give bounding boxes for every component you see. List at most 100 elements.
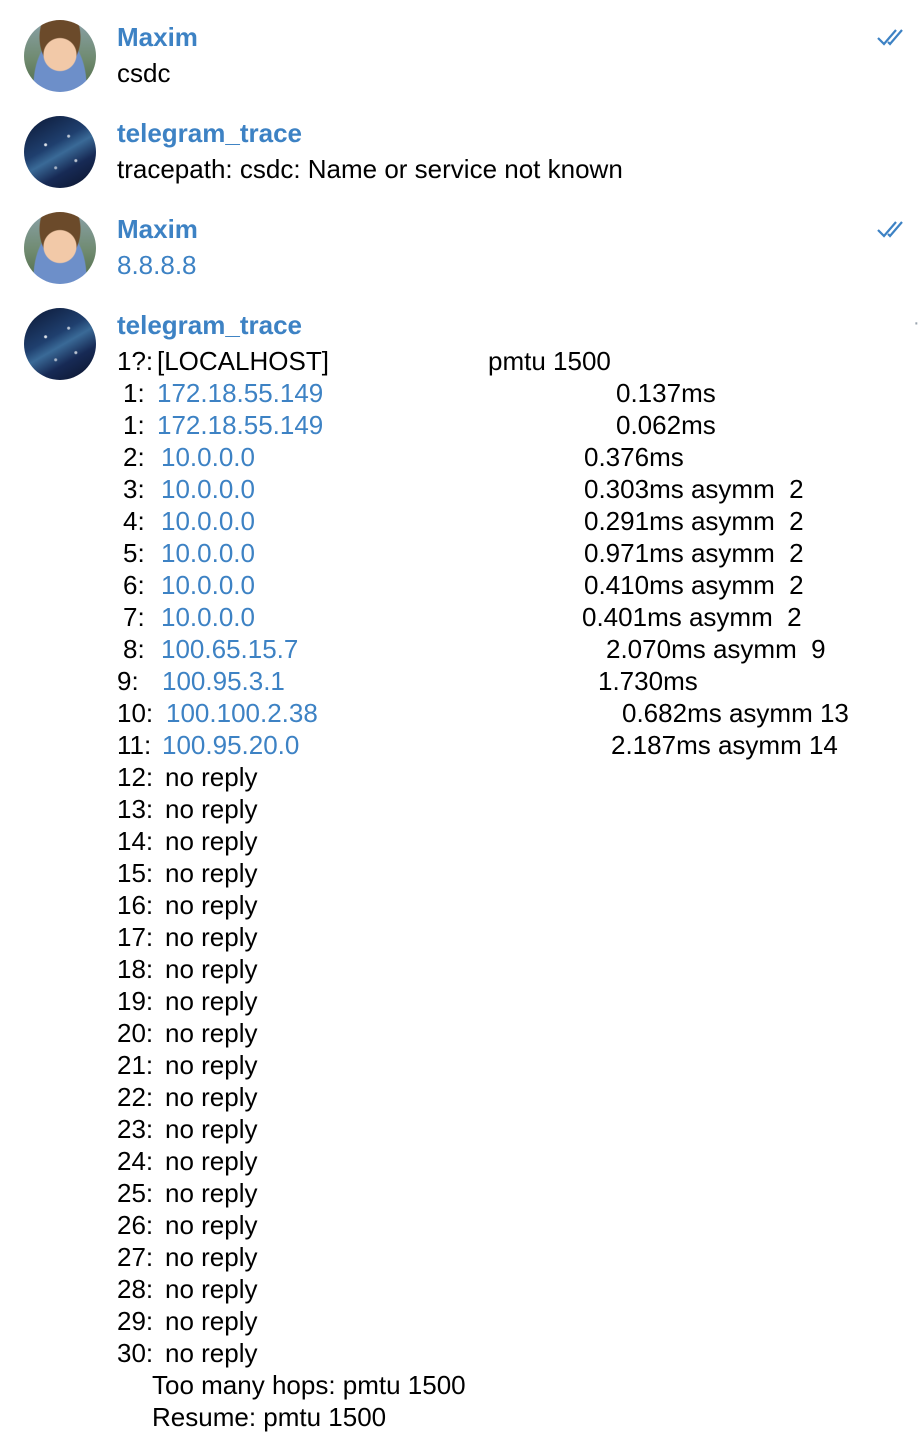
hop-number: 29: (117, 1306, 154, 1336)
status-icon: · (913, 312, 920, 334)
hop-host-link[interactable]: 172.18.55.149 (157, 409, 323, 441)
hop-number: 13: (117, 794, 154, 824)
hop-host-link[interactable]: 10.0.0.0 (161, 441, 255, 473)
hop-host-link[interactable]: 172.18.55.149 (157, 377, 323, 409)
hop-host: no reply (165, 1050, 258, 1080)
hop-host: no reply (165, 794, 258, 824)
hop-host: no reply (165, 954, 258, 984)
trace-row: 11: 100.95.20.0 2.187ms asymm 14 (117, 729, 917, 761)
hop-number: 26: (117, 1210, 154, 1240)
trace-row: 1: 172.18.55.149 0.137ms (117, 377, 917, 409)
hop-host: no reply (165, 1210, 258, 1240)
hop-host-link[interactable]: 10.0.0.0 (161, 473, 255, 505)
hop-result: 0.971ms asymm 2 (584, 538, 804, 568)
hop-number: 23: (117, 1114, 154, 1144)
hop-host-link[interactable]: 100.95.3.1 (162, 665, 285, 697)
hop-number: 10: (117, 698, 154, 728)
double-check-icon (877, 29, 903, 46)
hop-number: 1: (123, 378, 145, 408)
hop-result: 0.137ms (616, 378, 716, 408)
message-maxim-2[interactable]: Maxim 8.8.8.8 (0, 196, 920, 292)
hop-number: 24: (117, 1146, 154, 1176)
hop-result: 0.401ms asymm 2 (582, 602, 802, 632)
trace-row: 16: no reply (117, 889, 917, 921)
trace-row: 3: 10.0.0.0 0.303ms asymm 2 (117, 473, 917, 505)
hop-result: pmtu 1500 (488, 346, 611, 376)
trace-row: 4: 10.0.0.0 0.291ms asymm 2 (117, 505, 917, 537)
trace-row: 14: no reply (117, 825, 917, 857)
trace-row: 1: 172.18.55.149 0.062ms (117, 409, 917, 441)
avatar[interactable] (24, 212, 96, 284)
hop-number: 25: (117, 1178, 154, 1208)
trace-row: 29: no reply (117, 1305, 917, 1337)
hop-host: no reply (165, 1018, 258, 1048)
hop-host-link[interactable]: 10.0.0.0 (161, 569, 255, 601)
trace-row: 5: 10.0.0.0 0.971ms asymm 2 (117, 537, 917, 569)
hop-host-link[interactable]: 10.0.0.0 (161, 601, 255, 633)
hop-host: no reply (165, 1306, 258, 1336)
hop-number: 18: (117, 954, 154, 984)
trace-row: 27: no reply (117, 1241, 917, 1273)
hop-number: 11: (117, 730, 152, 760)
avatar[interactable] (24, 116, 96, 188)
hop-number: 3: (123, 474, 145, 504)
trace-row: 6: 10.0.0.0 0.410ms asymm 2 (117, 569, 917, 601)
hop-host: no reply (165, 1242, 258, 1272)
hop-number: 8: (123, 634, 145, 664)
hop-host: no reply (165, 1146, 258, 1176)
sender-name[interactable]: telegram_trace (117, 117, 302, 149)
hop-number: 16: (117, 890, 154, 920)
trace-row: 10: 100.100.2.38 0.682ms asymm 13 (117, 697, 917, 729)
hop-number: 12: (117, 762, 154, 792)
trace-row: 12: no reply (117, 761, 917, 793)
hop-number: 20: (117, 1018, 154, 1048)
hop-result: 2.070ms asymm 9 (606, 634, 826, 664)
hop-host-link[interactable]: 10.0.0.0 (161, 505, 255, 537)
trace-row: 9: 100.95.3.1 1.730ms (117, 665, 917, 697)
hop-number: 30: (117, 1338, 154, 1368)
trace-row: 19: no reply (117, 985, 917, 1017)
hop-number: 1: (123, 410, 145, 440)
avatar[interactable] (24, 20, 96, 92)
hop-result: 0.303ms asymm 2 (584, 474, 804, 504)
hop-host: no reply (165, 1178, 258, 1208)
footer-text: Too many hops: pmtu 1500 (152, 1370, 466, 1400)
hop-result: 1.730ms (598, 666, 698, 696)
hop-host: no reply (165, 858, 258, 888)
hop-host-link[interactable]: 100.100.2.38 (166, 697, 318, 729)
trace-row: 24: no reply (117, 1145, 917, 1177)
trace-row: 13: no reply (117, 793, 917, 825)
hop-number: 2: (123, 442, 145, 472)
trace-row: 22: no reply (117, 1081, 917, 1113)
hop-host: no reply (165, 826, 258, 856)
hop-host-link[interactable]: 100.65.15.7 (161, 633, 298, 665)
trace-row: 2: 10.0.0.0 0.376ms (117, 441, 917, 473)
hop-number: 22: (117, 1082, 154, 1112)
hop-result: 2.187ms asymm 14 (611, 730, 838, 760)
hop-result: 0.291ms asymm 2 (584, 506, 804, 536)
hop-number: 1?: (117, 346, 154, 376)
hop-number: 5: (123, 538, 145, 568)
hop-result: 0.682ms asymm 13 (622, 698, 849, 728)
trace-row: 7: 10.0.0.0 0.401ms asymm 2 (117, 601, 917, 633)
hop-number: 19: (117, 986, 154, 1016)
hop-host: no reply (165, 986, 258, 1016)
sender-name[interactable]: telegram_trace (117, 309, 302, 341)
message-text-link[interactable]: 8.8.8.8 (117, 249, 197, 281)
hop-host-link[interactable]: 10.0.0.0 (161, 537, 255, 569)
message-bot-1[interactable]: telegram_trace tracepath: csdc: Name or … (0, 100, 920, 196)
hop-host: no reply (165, 1338, 258, 1368)
hop-host-link[interactable]: 100.95.20.0 (162, 729, 299, 761)
hop-host: no reply (165, 922, 258, 952)
trace-footer-line: Too many hops: pmtu 1500 (117, 1369, 917, 1401)
hop-number: 15: (117, 858, 154, 888)
hop-host: no reply (165, 1114, 258, 1144)
trace-header-row: 1?: [LOCALHOST] pmtu 1500 (117, 345, 917, 377)
hop-host: no reply (165, 890, 258, 920)
sender-name[interactable]: Maxim (117, 213, 198, 245)
hop-host: [LOCALHOST] (157, 346, 329, 376)
message-text: csdc (117, 58, 171, 88)
avatar[interactable] (24, 308, 96, 380)
message-maxim-1[interactable]: Maxim csdc (0, 0, 920, 100)
sender-name[interactable]: Maxim (117, 21, 198, 53)
